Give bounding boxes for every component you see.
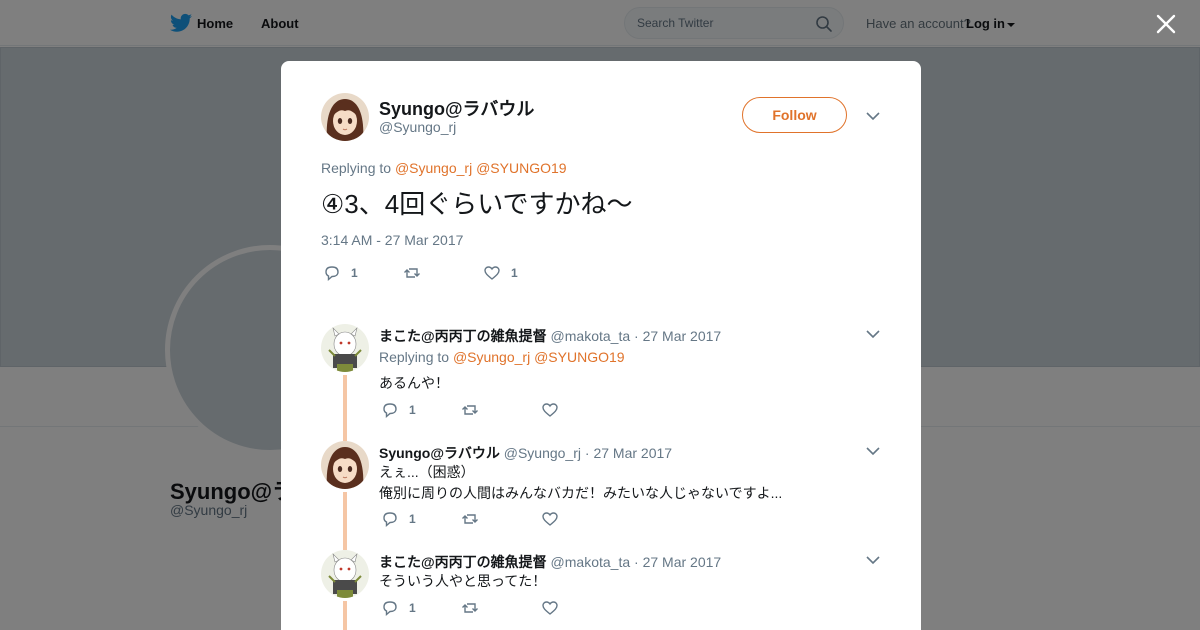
- reply-text: 俺別に周りの人間はみんなバカだ！みたいな人じゃないですよ...: [379, 485, 783, 501]
- follow-button[interactable]: Follow: [742, 97, 847, 133]
- reply-button[interactable]: 1: [381, 401, 416, 419]
- reply-date[interactable]: · 27 Mar 2017: [634, 328, 721, 344]
- reply-count: 1: [409, 403, 416, 417]
- reply-date[interactable]: · 27 Mar 2017: [634, 554, 721, 570]
- mention-link[interactable]: @SYUNGO19: [476, 160, 566, 176]
- retweet-icon: [462, 514, 478, 524]
- retweet-icon: [404, 268, 420, 278]
- reply-author-handle[interactable]: @makota_ta: [551, 328, 631, 344]
- heart-icon: [484, 266, 500, 280]
- retweet-button[interactable]: [403, 264, 431, 282]
- reply-count: 1: [351, 266, 358, 280]
- replier-avatar[interactable]: [321, 441, 369, 489]
- author-avatar-image: [321, 93, 369, 141]
- reply-author-handle[interactable]: @makota_ta: [551, 554, 631, 570]
- reply-icon: [383, 601, 397, 617]
- replying-to: Replying to @Syungo_rj @SYUNGO19: [321, 160, 567, 176]
- replying-prefix: Replying to: [379, 349, 450, 365]
- reply-author-name[interactable]: Syungo@ラバウル: [379, 445, 500, 461]
- mention-link[interactable]: @Syungo_rj: [395, 160, 472, 176]
- heart-icon: [542, 403, 558, 417]
- replier-avatar[interactable]: [321, 324, 369, 372]
- reply-button[interactable]: 1: [323, 264, 358, 282]
- like-button[interactable]: [541, 401, 569, 419]
- reply-header: Syungo@ラバウル @Syungo_rj · 27 Mar 2017: [379, 443, 672, 463]
- reply-author-handle[interactable]: @Syungo_rj: [504, 445, 581, 461]
- author-name[interactable]: Syungo@ラバウル: [379, 95, 534, 121]
- reply-button[interactable]: 1: [381, 510, 416, 528]
- reply-icon: [383, 512, 397, 528]
- retweet-button[interactable]: [461, 599, 489, 617]
- chevron-down-icon[interactable]: [866, 111, 880, 121]
- reply-icon: [383, 403, 397, 419]
- replier-avatar-image: [321, 441, 369, 489]
- thread-connector: [343, 601, 347, 630]
- like-button[interactable]: [541, 510, 569, 528]
- author-handle[interactable]: @Syungo_rj: [379, 119, 456, 135]
- replying-to: Replying to @Syungo_rj @SYUNGO19: [379, 349, 625, 365]
- reply-author-name[interactable]: まこた@丙丙丁の雑魚提督: [379, 328, 547, 344]
- mention-link[interactable]: @Syungo_rj: [453, 349, 530, 365]
- retweet-button[interactable]: [461, 401, 489, 419]
- replier-avatar-image: [321, 324, 369, 372]
- tweet-modal: Syungo@ラバウル @Syungo_rj Follow Replying t…: [281, 61, 921, 630]
- reply-text: そういう人やと思ってた！: [379, 573, 547, 589]
- replier-avatar-image: [321, 550, 369, 598]
- chevron-down-icon[interactable]: [866, 446, 880, 456]
- retweet-button[interactable]: [461, 510, 489, 528]
- reply-count: 1: [409, 601, 416, 615]
- close-icon[interactable]: [1154, 12, 1178, 36]
- reply-header: まこた@丙丙丁の雑魚提督 @makota_ta · 27 Mar 2017: [379, 326, 721, 346]
- reply-author-name[interactable]: まこた@丙丙丁の雑魚提督: [379, 554, 547, 570]
- reply-text: あるんや！: [379, 375, 449, 391]
- reply-text: えぇ...（困惑）: [379, 464, 475, 480]
- reply-count: 1: [409, 512, 416, 526]
- mention-link[interactable]: @SYUNGO19: [534, 349, 624, 365]
- replying-prefix: Replying to: [321, 160, 392, 176]
- reply-header: まこた@丙丙丁の雑魚提督 @makota_ta · 27 Mar 2017: [379, 552, 721, 572]
- tweet-timestamp[interactable]: 3:14 AM - 27 Mar 2017: [321, 232, 463, 248]
- thread-connector: [343, 375, 347, 441]
- heart-icon: [542, 601, 558, 615]
- like-button[interactable]: 1: [483, 264, 518, 282]
- author-avatar[interactable]: [321, 93, 369, 141]
- thread-connector: [343, 492, 347, 550]
- chevron-down-icon[interactable]: [866, 555, 880, 565]
- reply-button[interactable]: 1: [381, 599, 416, 617]
- reply-date[interactable]: · 27 Mar 2017: [585, 445, 672, 461]
- heart-icon: [542, 512, 558, 526]
- reply-icon: [325, 266, 339, 282]
- like-button[interactable]: [541, 599, 569, 617]
- retweet-icon: [462, 405, 478, 415]
- replier-avatar[interactable]: [321, 550, 369, 598]
- like-count: 1: [511, 266, 518, 280]
- retweet-icon: [462, 603, 478, 613]
- chevron-down-icon[interactable]: [866, 329, 880, 339]
- tweet-text: ④3、4回ぐらいですかね～: [321, 189, 633, 219]
